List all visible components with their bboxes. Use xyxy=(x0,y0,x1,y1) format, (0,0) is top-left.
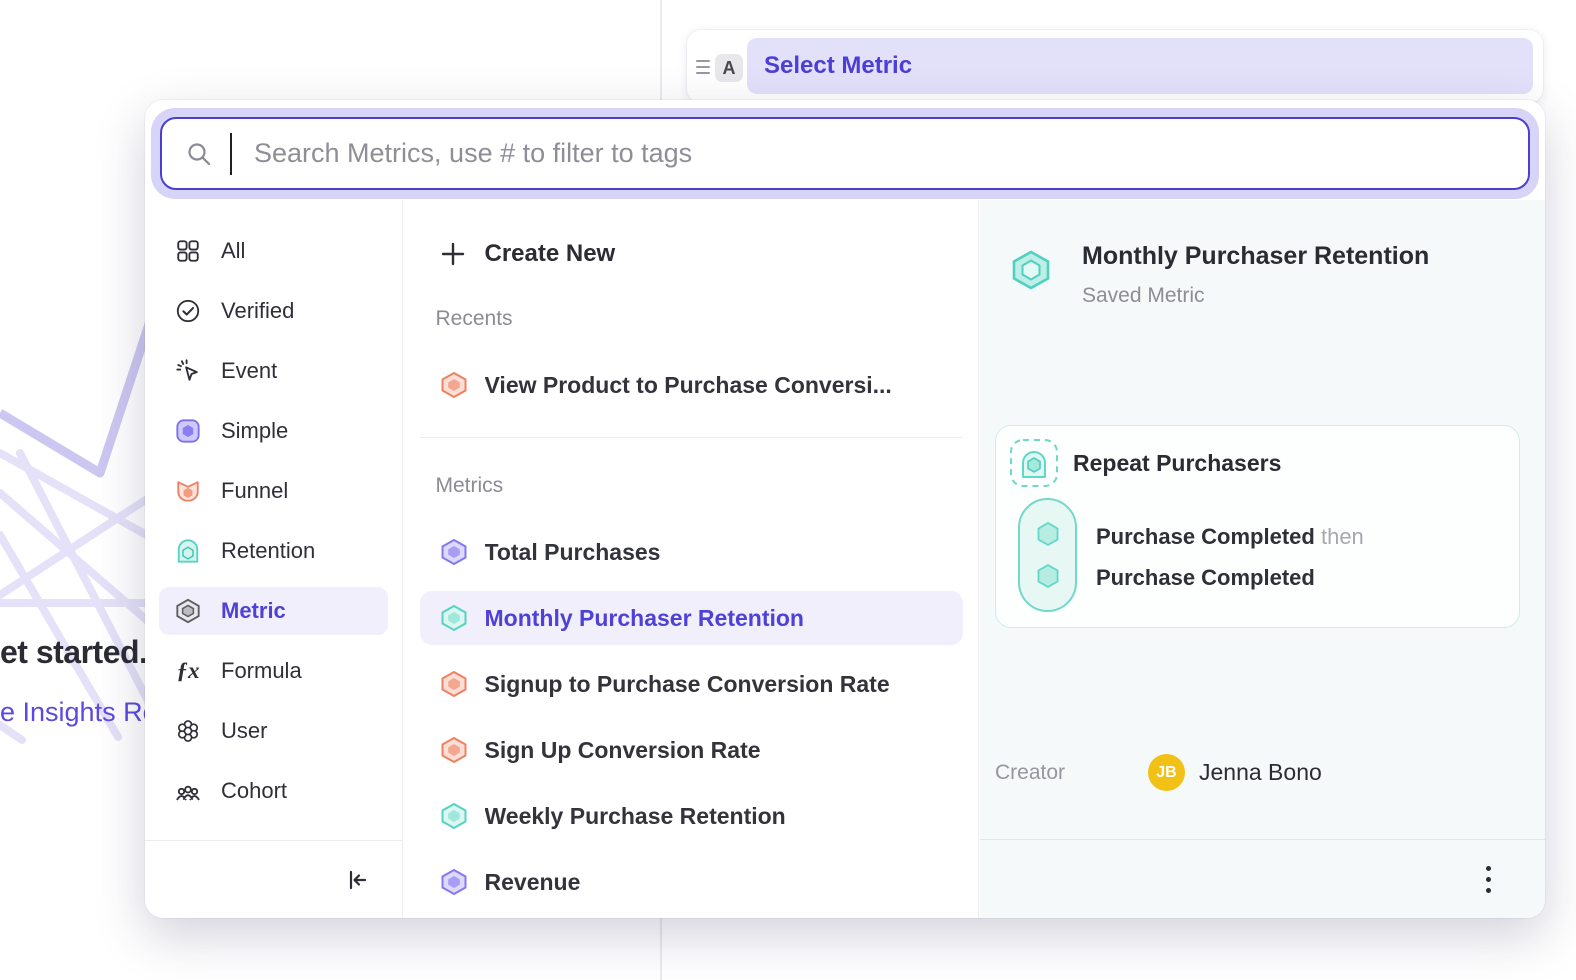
detail-subtitle: Saved Metric xyxy=(1082,284,1205,308)
create-new-button[interactable]: Create New xyxy=(405,227,978,281)
detail-footer xyxy=(980,839,1545,918)
metric-item-weekly-purchase-retention[interactable]: Weekly Purchase Retention xyxy=(420,789,963,843)
metric-hexagon-icon xyxy=(175,598,201,624)
query-row-label-badge[interactable]: A xyxy=(715,54,743,82)
plus-icon xyxy=(440,241,466,267)
metric-item-monthly-purchaser-retention[interactable]: Monthly Purchaser Retention xyxy=(420,591,963,645)
creator-name: Jenna Bono xyxy=(1199,759,1322,786)
formula-fx-icon: ƒx xyxy=(175,658,201,684)
definition-card-title: Repeat Purchasers xyxy=(1073,450,1281,477)
sidebar-item-event[interactable]: Event xyxy=(159,347,388,395)
sidebar-item-metric[interactable]: Metric xyxy=(159,587,388,635)
collapse-left-icon xyxy=(344,867,370,893)
funnel-metric-hexagon-icon xyxy=(440,736,468,764)
metric-detail-panel: Monthly Purchaser Retention Saved Metric… xyxy=(980,200,1545,918)
select-metric-button[interactable]: Select Metric xyxy=(747,38,1533,94)
metric-item-sign-up-conversion-rate[interactable]: Sign Up Conversion Rate xyxy=(420,723,963,777)
saved-metric-hexagon-icon xyxy=(1010,249,1052,291)
sidebar-item-all[interactable]: All xyxy=(159,227,388,275)
sidebar-item-funnel[interactable]: Funnel xyxy=(159,467,388,515)
sidebar-item-retention[interactable]: Retention xyxy=(159,527,388,575)
simple-metric-hexagon-icon xyxy=(440,538,468,566)
event-sequence-capsule xyxy=(1018,498,1077,612)
funnel-icon xyxy=(175,478,201,504)
grid-icon xyxy=(175,238,201,264)
event-hexagon-icon xyxy=(1034,562,1062,590)
drag-handle-icon[interactable] xyxy=(693,56,713,78)
funnel-metric-hexagon-icon xyxy=(440,371,468,399)
sidebar-item-cohort[interactable]: Cohort xyxy=(159,767,388,815)
repeat-purchasers-cohort-icon xyxy=(1009,438,1059,488)
simple-metric-hexagon-icon xyxy=(440,868,468,896)
search-field[interactable] xyxy=(160,117,1530,190)
cursor-click-icon xyxy=(175,358,201,384)
sidebar-item-verified[interactable]: Verified xyxy=(159,287,388,335)
retention-arch-icon xyxy=(175,538,201,564)
filter-sidebar: All Verified xyxy=(145,200,403,918)
simple-hexagon-icon xyxy=(175,418,201,444)
get-started-heading-fragment: et started. xyxy=(0,634,147,671)
metric-list-column: Create New Recents View Product to Purch… xyxy=(405,200,979,918)
metric-item-revenue[interactable]: Revenue xyxy=(420,855,963,909)
collapse-sidebar-button[interactable] xyxy=(342,865,372,895)
select-metric-label: Select Metric xyxy=(764,52,912,80)
detail-title: Monthly Purchaser Retention xyxy=(1082,242,1429,271)
sidebar-item-simple[interactable]: Simple xyxy=(159,407,388,455)
metric-picker-modal: All Verified xyxy=(145,100,1545,918)
recents-section-header: Recents xyxy=(405,307,978,331)
creator-label: Creator xyxy=(995,761,1065,785)
sequence-step-2: Purchase Completed xyxy=(1096,565,1315,591)
metric-item-total-purchases[interactable]: Total Purchases xyxy=(420,525,963,579)
retention-metric-hexagon-icon xyxy=(440,604,468,632)
sidebar-item-user[interactable]: User xyxy=(159,707,388,755)
sequence-step-1: Purchase Completed then xyxy=(1096,524,1364,550)
cohort-people-icon xyxy=(175,778,201,804)
query-builder-row: A Select Metric xyxy=(687,30,1543,103)
metric-item-signup-to-purchase-conversion-rate[interactable]: Signup to Purchase Conversion Rate xyxy=(420,657,963,711)
funnel-metric-hexagon-icon xyxy=(440,670,468,698)
insights-report-link-fragment[interactable]: e Insights Re xyxy=(0,697,158,728)
metric-definition-card: Repeat Purchasers Purchase Completed the… xyxy=(995,425,1520,628)
creator-avatar: JB xyxy=(1148,754,1185,791)
user-cluster-icon xyxy=(175,718,201,744)
search-icon xyxy=(186,141,212,167)
section-divider xyxy=(420,437,963,438)
text-caret xyxy=(230,133,232,175)
verified-badge-icon xyxy=(175,298,201,324)
search-input[interactable] xyxy=(252,123,1528,185)
sidebar-item-formula[interactable]: ƒx Formula xyxy=(159,647,388,695)
search-focus-ring xyxy=(151,108,1539,199)
metrics-section-header: Metrics xyxy=(405,474,978,498)
more-options-button[interactable] xyxy=(1477,859,1499,899)
event-hexagon-icon xyxy=(1034,520,1062,548)
recent-item-view-product-to-purchase-conversion[interactable]: View Product to Purchase Conversi... xyxy=(420,358,963,412)
retention-metric-hexagon-icon xyxy=(440,802,468,830)
sidebar-footer xyxy=(145,840,402,918)
